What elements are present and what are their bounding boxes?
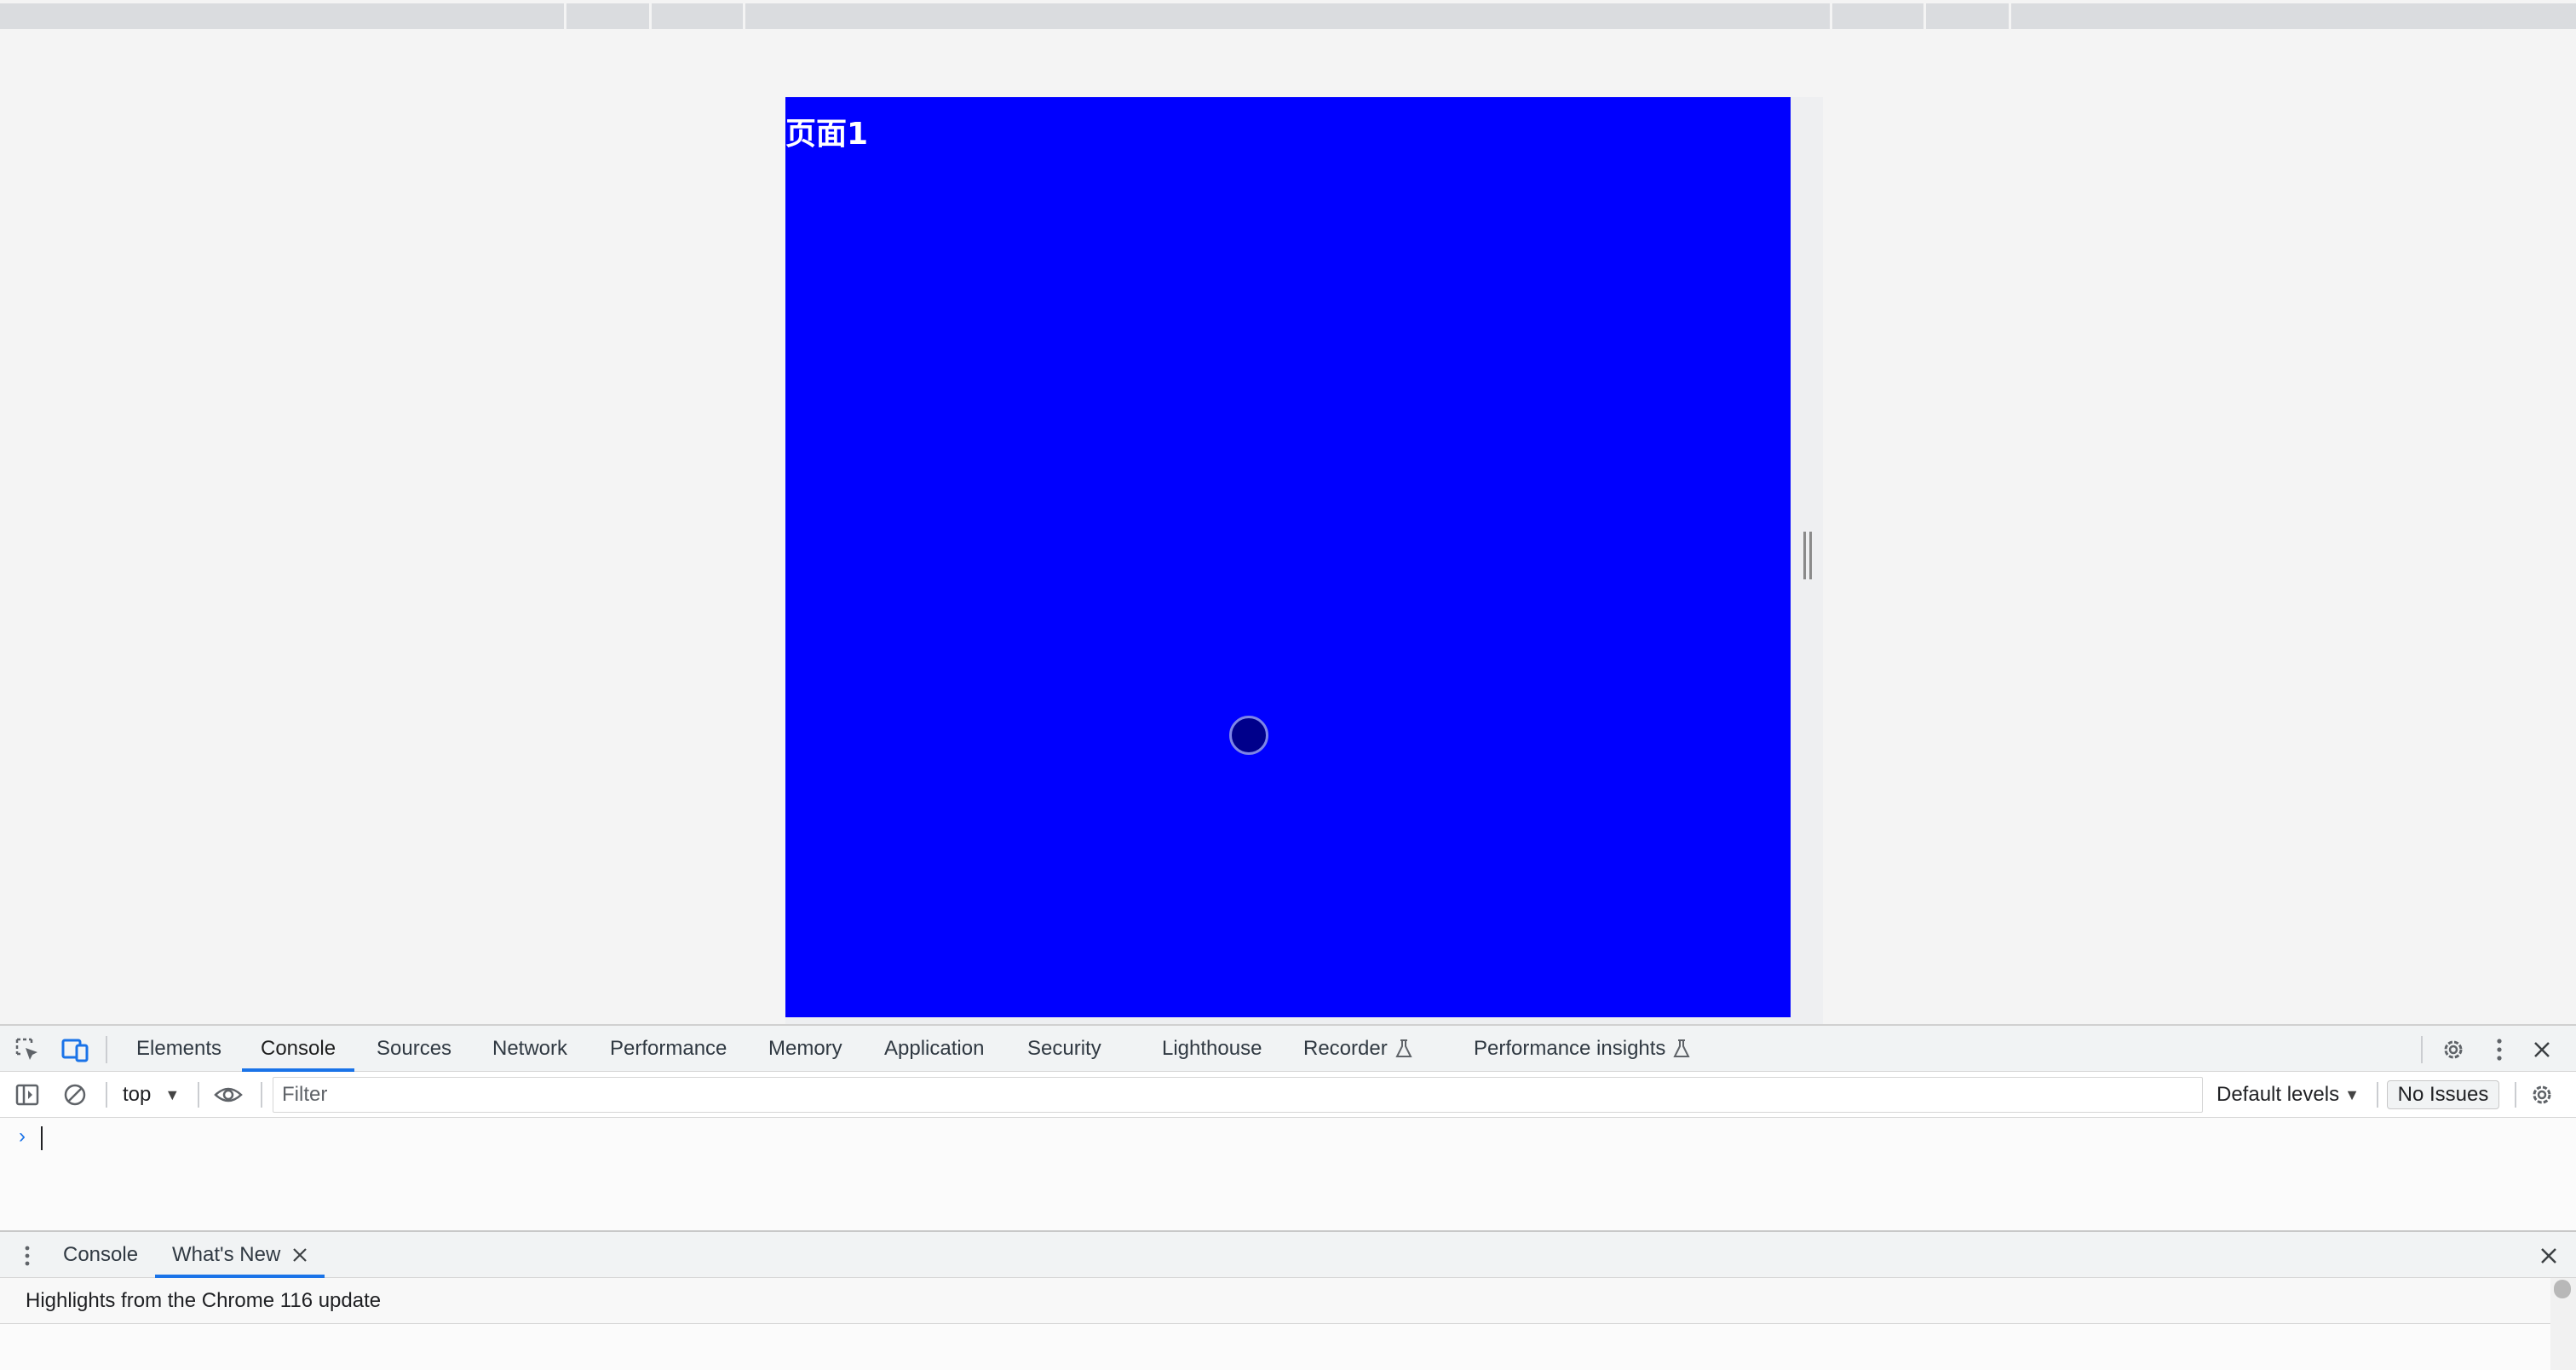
drawer-tab-console[interactable]: Console [63,1232,138,1278]
toolbar-separator [2377,1082,2378,1108]
devtools-tabbar: Elements Console Sources Network Perform… [0,1024,2576,1072]
close-drawer-icon[interactable] [2533,1240,2564,1271]
log-levels-select[interactable]: Default levels ▼ [2217,1072,2360,1118]
experimental-flask-icon [1395,1039,1412,1057]
inspect-element-icon[interactable] [12,1034,43,1065]
viewport-resize-handle-right[interactable] [1801,532,1814,579]
page-canvas[interactable]: 页面1 [785,97,1791,1017]
context-select-value: top [123,1083,152,1106]
console-prompt-area[interactable]: › [0,1118,2576,1230]
caret-down-icon: ▼ [2344,1085,2360,1103]
device-toolbar-ruler [0,3,2576,29]
tab-performance-insights-label: Performance insights [1474,1037,1666,1060]
drawer-tab-whats-new-label: What's New [172,1243,281,1266]
settings-gear-icon[interactable] [2438,1034,2469,1065]
tab-recorder-label: Recorder [1303,1037,1388,1060]
toolbar-separator [106,1036,107,1063]
drawer-tabbar: Console What's New [0,1230,2576,1278]
log-levels-value: Default levels [2217,1083,2340,1106]
ruler-divider [1923,3,1926,29]
tab-performance[interactable]: Performance [610,1026,727,1072]
ruler-divider [1830,3,1832,29]
javascript-context-select[interactable]: top ▼ [123,1072,180,1118]
toolbar-separator [261,1082,262,1108]
tab-elements[interactable]: Elements [136,1026,221,1072]
toolbar-separator [2515,1082,2516,1108]
toolbar-separator [198,1082,199,1108]
console-toolbar: top ▼ Default levels ▼ No Issues [0,1072,2576,1118]
caret-down-icon: ▼ [164,1085,181,1103]
console-filter-input[interactable] [273,1077,2203,1113]
live-expression-eye-icon[interactable] [213,1079,244,1110]
close-tab-icon[interactable] [292,1247,308,1263]
tab-recorder[interactable]: Recorder [1303,1026,1413,1072]
tab-security[interactable]: Security [1027,1026,1101,1072]
ruler-divider [649,3,652,29]
prompt-chevron-icon: › [19,1125,26,1148]
clear-console-icon[interactable] [60,1079,90,1110]
console-settings-gear-icon[interactable] [2527,1079,2557,1110]
drawer-more-options-icon[interactable] [12,1240,43,1271]
drawer-tab-whats-new[interactable]: What's New [154,1232,325,1278]
ruler-divider [2009,3,2011,29]
experimental-flask-icon [1673,1039,1691,1057]
tab-application[interactable]: Application [884,1026,984,1072]
touch-cursor-indicator [1229,716,1268,755]
viewport-area: 页面1 [0,29,2576,1050]
ruler-divider [743,3,745,29]
drawer-body [0,1324,2550,1370]
tab-network[interactable]: Network [492,1026,567,1072]
show-sidebar-icon[interactable] [12,1079,43,1110]
tab-performance-insights[interactable]: Performance insights [1474,1026,1691,1072]
more-options-icon[interactable] [2484,1034,2515,1065]
tab-memory[interactable]: Memory [768,1026,842,1072]
tab-console[interactable]: Console [241,1026,355,1072]
issues-button[interactable]: No Issues [2387,1080,2499,1109]
toolbar-separator [106,1082,107,1108]
tab-sources[interactable]: Sources [377,1026,451,1072]
toolbar-separator [2421,1036,2423,1063]
tab-lighthouse[interactable]: Lighthouse [1162,1026,1262,1072]
text-cursor [41,1126,43,1150]
drawer-scrollbar-thumb[interactable] [2554,1280,2571,1298]
page-title: 页面1 [785,117,869,152]
close-devtools-icon[interactable] [2527,1034,2557,1065]
device-toolbar-icon[interactable] [60,1034,90,1065]
ruler-divider [564,3,566,29]
whats-new-highlights: Highlights from the Chrome 116 update [0,1278,2550,1324]
